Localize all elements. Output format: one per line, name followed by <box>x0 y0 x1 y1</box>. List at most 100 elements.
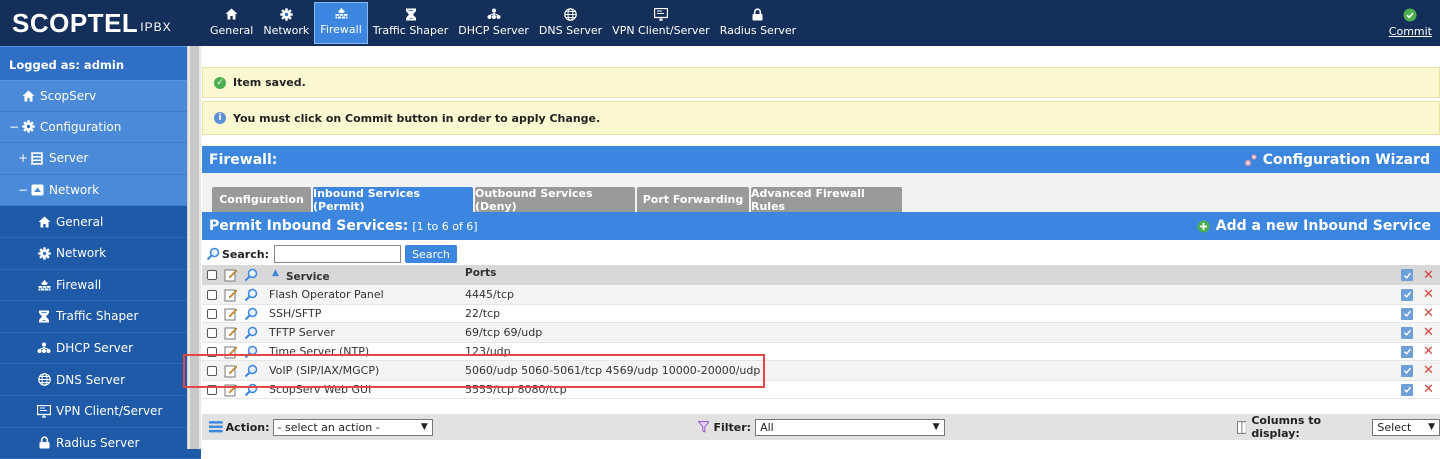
globe-icon <box>36 373 52 387</box>
home-icon <box>36 215 52 229</box>
edit-icon[interactable] <box>224 326 238 340</box>
enabled-check-icon[interactable] <box>1401 345 1413 358</box>
delete-icon[interactable]: ✕ <box>1423 344 1434 359</box>
sidebar-item-label: Network <box>56 246 107 261</box>
firewall-icon <box>36 278 52 292</box>
action-select[interactable]: - select an action - ▼ <box>272 418 433 436</box>
top-nav: General Network Firewall Traffic Shaper DHCP… <box>201 0 1440 46</box>
table-row[interactable]: Flash Operator Panel 4445/tcp ✕ <box>202 285 1440 304</box>
delete-icon[interactable]: ✕ <box>1423 306 1434 321</box>
sidebar-item-radius-server[interactable]: Radius Server <box>0 427 201 459</box>
table-header-row: ▲ Service Ports ✕ <box>202 265 1440 285</box>
delete-icon[interactable]: ✕ <box>1423 287 1434 302</box>
tab-inbound-services[interactable]: Inbound Services (Permit) <box>313 187 473 213</box>
delete-icon[interactable]: ✕ <box>1423 363 1434 378</box>
nav-tab-label: General <box>210 24 254 37</box>
dhcp-icon <box>487 6 501 22</box>
nav-tab-dns-server[interactable]: DNS Server <box>534 2 607 44</box>
sidebar-item-traffic-shaper[interactable]: Traffic Shaper <box>0 301 201 333</box>
logo[interactable]: SCOPTEL IPBX <box>0 0 201 46</box>
permit-inbound-header: Permit Inbound Services: [1 to 6 of 6] Ad… <box>202 212 1440 240</box>
sidebar-item-network[interactable]: Network <box>0 237 201 270</box>
collapse-icon[interactable]: − <box>17 183 29 197</box>
table-row[interactable]: SSH/SFTP 22/tcp ✕ <box>202 304 1440 323</box>
sidebar-item-dhcp-server[interactable]: DHCP Server <box>0 332 201 365</box>
action-label: Action: <box>225 420 270 434</box>
sidebar-item-network[interactable]: − Network <box>0 175 201 207</box>
edit-icon[interactable] <box>224 288 238 302</box>
configuration-wizard-link[interactable]: Configuration Wizard <box>1244 152 1430 168</box>
logo-brand: SCOPTEL <box>12 7 139 38</box>
columns-select[interactable]: Select ▼ <box>1372 418 1440 436</box>
filter-icon <box>697 421 710 433</box>
sidebar-item-scopserv[interactable]: ScopServ <box>0 80 201 112</box>
sidebar-item-label: Network <box>49 183 100 198</box>
nav-tab-label: Radius Server <box>719 24 797 37</box>
delete-icon[interactable]: ✕ <box>1423 325 1434 340</box>
tab-outbound-services[interactable]: Outbound Services (Deny) <box>475 187 635 213</box>
tab-configuration[interactable]: Configuration <box>212 187 311 212</box>
edit-icon[interactable] <box>224 307 238 321</box>
delete-icon[interactable]: ✕ <box>1423 382 1434 397</box>
enabled-check-icon[interactable] <box>1401 288 1413 301</box>
check-circle-icon: ✓ <box>214 76 226 89</box>
sidebar-item-general[interactable]: General <box>0 206 201 238</box>
view-icon[interactable] <box>244 326 258 340</box>
sidebar-item-label: DHCP Server <box>56 341 134 356</box>
search-button[interactable]: Search <box>404 245 457 263</box>
sort-ascending-icon[interactable]: ▲ <box>272 268 279 278</box>
select-all-checkbox[interactable] <box>207 270 217 280</box>
view-column-icon <box>244 268 258 282</box>
nav-tab-dhcp-server[interactable]: DHCP Server <box>453 2 534 44</box>
lock-icon <box>752 6 763 22</box>
column-header-ports[interactable]: Ports <box>465 267 496 279</box>
check-circle-icon <box>1389 8 1432 22</box>
collapse-icon[interactable]: − <box>8 120 20 134</box>
sidebar-item-dns-server[interactable]: DNS Server <box>0 364 201 396</box>
enabled-check-icon[interactable] <box>1401 307 1413 320</box>
add-inbound-service-label: Add a new Inbound Service <box>1215 218 1431 234</box>
sidebar-item-firewall[interactable]: Firewall <box>0 269 201 302</box>
enabled-check-icon[interactable] <box>1401 326 1413 339</box>
sidebar-item-server[interactable]: + Server <box>0 143 201 175</box>
add-inbound-service-link[interactable]: Add a new Inbound Service <box>1197 218 1431 234</box>
nav-tab-firewall[interactable]: Firewall <box>314 2 368 44</box>
nav-tab-traffic-shaper[interactable]: Traffic Shaper <box>368 2 454 44</box>
search-label: Search: <box>222 247 269 261</box>
row-checkbox[interactable] <box>207 327 217 338</box>
sidebar-item-configuration[interactable]: − Configuration <box>0 112 201 144</box>
view-icon[interactable] <box>244 288 258 302</box>
nav-tab-label: DNS Server <box>538 24 603 37</box>
sidebar-scrollbar[interactable] <box>187 46 201 449</box>
tab-advanced-firewall-rules[interactable]: Advanced Firewall Rules <box>751 187 902 213</box>
sidebar-item-label: Configuration <box>40 119 122 134</box>
enabled-check-icon[interactable] <box>1401 364 1413 377</box>
search-input[interactable] <box>273 245 401 263</box>
nav-tab-network[interactable]: Network <box>258 2 314 44</box>
column-header-service[interactable]: Service <box>286 271 330 283</box>
nav-tab-radius-server[interactable]: Radius Server <box>715 2 801 44</box>
firewall-tabs: Configuration Inbound Services (Permit) … <box>202 173 1440 213</box>
table-row[interactable]: TFTP Server 69/tcp 69/udp ✕ <box>202 323 1440 342</box>
sidebar-item-vpn-client-server[interactable]: VPN Client/Server <box>0 395 201 428</box>
filter-select-value: All <box>760 420 774 434</box>
header-delete-icon: ✕ <box>1423 267 1434 283</box>
chevron-down-icon: ▼ <box>932 422 940 432</box>
view-icon[interactable] <box>244 307 258 321</box>
expand-icon[interactable]: + <box>17 151 29 165</box>
nav-tab-vpn-client-server[interactable]: VPN Client/Server <box>607 2 715 44</box>
filter-select[interactable]: All ▼ <box>755 418 945 436</box>
columns-select-value: Select <box>1377 420 1412 434</box>
scrollbar-thumb[interactable] <box>190 46 199 449</box>
row-checkbox[interactable] <box>207 289 217 300</box>
enabled-check-icon[interactable] <box>1401 383 1413 396</box>
nav-tab-general[interactable]: General <box>205 2 258 44</box>
panel-title: Permit Inbound Services: <box>209 218 409 234</box>
commit-button[interactable]: Commit <box>1389 8 1432 38</box>
record-count: [1 to 6 of 6] <box>412 220 478 233</box>
tab-port-forwarding[interactable]: Port Forwarding <box>637 187 749 212</box>
sidebar-item-label: General <box>56 214 104 229</box>
row-checkbox[interactable] <box>207 308 217 319</box>
info-icon: i <box>214 112 226 124</box>
plus-circle-icon <box>1197 220 1210 232</box>
